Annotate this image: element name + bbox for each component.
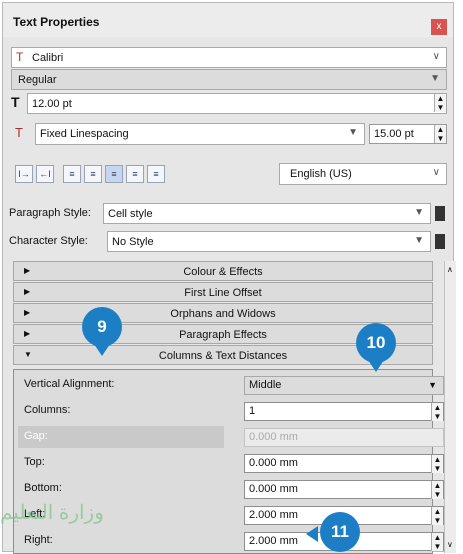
window-title: Text Properties: [13, 15, 100, 29]
line-spacing-spinner[interactable]: ▲ ▼: [434, 125, 446, 143]
chevron-down-icon: ▼: [414, 235, 424, 246]
font-name-select[interactable]: T Calibri ∨: [11, 47, 447, 68]
line-spacing-value: 15.00 pt: [374, 128, 414, 140]
gap-value: 0.000 mm: [249, 431, 298, 443]
gap-input: 0.000 mm: [244, 428, 444, 447]
language-select[interactable]: English (US) ∨: [279, 163, 447, 185]
columns-spinner[interactable]: ▲ ▼: [431, 403, 443, 421]
bottom-value: 0.000 mm: [249, 483, 298, 495]
titlebar: Text Properties x: [3, 3, 453, 37]
paragraph-style-select[interactable]: Cell style ▼: [103, 203, 431, 224]
callout-badge-9: 9: [82, 307, 122, 347]
vertical-alignment-value: Middle: [249, 379, 282, 391]
bottom-label: Bottom:: [24, 482, 62, 494]
scroll-up-icon[interactable]: ∧: [447, 265, 453, 274]
callout-badge-11-tail: [306, 526, 318, 542]
section-colour-effects[interactable]: ▶ Colour & Effects: [13, 261, 433, 281]
section-orphans-widows[interactable]: ▶ Orphans and Widows: [13, 303, 433, 323]
ltr-button[interactable]: I→: [15, 165, 33, 183]
chevron-down-icon: ▼: [348, 127, 358, 138]
section-label: First Line Offset: [184, 287, 262, 299]
rtl-button[interactable]: ←I: [36, 165, 54, 183]
align-center-button[interactable]: ≡: [84, 165, 102, 183]
columns-label: Columns:: [24, 404, 71, 416]
right-spinner[interactable]: ▲ ▼: [431, 533, 443, 551]
callout-badge-11: 11: [320, 512, 360, 552]
chevron-down-icon: ▼: [414, 207, 424, 218]
line-spacing-select[interactable]: Fixed Linespacing ▼: [35, 123, 365, 145]
language-value: English (US): [290, 168, 352, 180]
callout-badge-10: 10: [356, 323, 396, 363]
left-spinner[interactable]: ▲ ▼: [431, 507, 443, 525]
font-style-select[interactable]: Regular ▼: [11, 69, 447, 90]
vertical-alignment-select[interactable]: Middle ▼: [244, 376, 444, 395]
trash-icon[interactable]: [435, 206, 445, 221]
gap-select: [18, 426, 224, 448]
character-style-select[interactable]: No Style ▼: [107, 231, 431, 252]
top-value: 0.000 mm: [249, 457, 298, 469]
paragraph-style-label: Paragraph Style:: [9, 207, 91, 219]
text-properties-panel: Text Properties x T Calibri ∨ Regular ▼ …: [2, 2, 456, 554]
callout-badge-10-tail: [368, 360, 384, 372]
top-label: Top:: [24, 456, 45, 468]
line-spacing-mode: Fixed Linespacing: [40, 128, 129, 140]
section-first-line-offset[interactable]: ▶ First Line Offset: [13, 282, 433, 302]
font-size-input[interactable]: 12.00 pt ▲ ▼: [27, 93, 447, 114]
columns-panel: Vertical Alignment: Middle ▼ Columns: 1 …: [13, 369, 444, 554]
left-value: 2.000 mm: [249, 509, 298, 521]
line-spacing-input[interactable]: 15.00 pt ▲ ▼: [369, 124, 447, 144]
right-value: 2.000 mm: [249, 535, 298, 547]
right-label: Right:: [24, 534, 53, 546]
chevron-down-icon: ▼: [428, 380, 437, 390]
scroll-down-icon[interactable]: ∨: [447, 540, 453, 549]
columns-value: 1: [249, 405, 256, 417]
top-input[interactable]: 0.000 mm ▲ ▼: [244, 454, 444, 473]
bottom-spinner[interactable]: ▲ ▼: [431, 481, 443, 499]
vertical-scrollbar[interactable]: ∧ ∨: [444, 261, 456, 553]
bottom-input[interactable]: 0.000 mm ▲ ▼: [244, 480, 444, 499]
close-button[interactable]: x: [431, 19, 447, 35]
chevron-down-icon: ▼: [430, 73, 440, 84]
callout-badge-9-tail: [94, 344, 110, 356]
character-style-label: Character Style:: [9, 235, 88, 247]
columns-input[interactable]: 1 ▲ ▼: [244, 402, 444, 421]
top-spinner[interactable]: ▲ ▼: [431, 455, 443, 473]
align-right-button[interactable]: ≡: [105, 165, 123, 183]
font-size-spinner[interactable]: ▲ ▼: [434, 94, 446, 112]
gap-label-text: Gap:: [24, 430, 48, 442]
trash-icon[interactable]: [435, 234, 445, 249]
font-size-icon: T: [11, 94, 20, 110]
character-style-value: No Style: [112, 235, 154, 248]
section-label: Orphans and Widows: [170, 308, 276, 320]
vertical-alignment-label: Vertical Alignment:: [24, 378, 115, 390]
chevron-down-icon: ∨: [432, 51, 440, 62]
paragraph-style-value: Cell style: [108, 207, 153, 220]
align-left-button[interactable]: ≡: [63, 165, 81, 183]
font-size-value: 12.00 pt: [32, 97, 72, 110]
watermark-logo: وزارة التعليم: [0, 502, 104, 524]
force-justify-button[interactable]: ≡: [147, 165, 165, 183]
justify-button[interactable]: ≡: [126, 165, 144, 183]
font-icon: T: [16, 50, 24, 64]
font-style-value: Regular: [18, 73, 57, 86]
section-label: Colour & Effects: [183, 266, 263, 278]
line-spacing-icon: T: [15, 125, 23, 140]
chevron-down-icon: ∨: [432, 167, 440, 178]
